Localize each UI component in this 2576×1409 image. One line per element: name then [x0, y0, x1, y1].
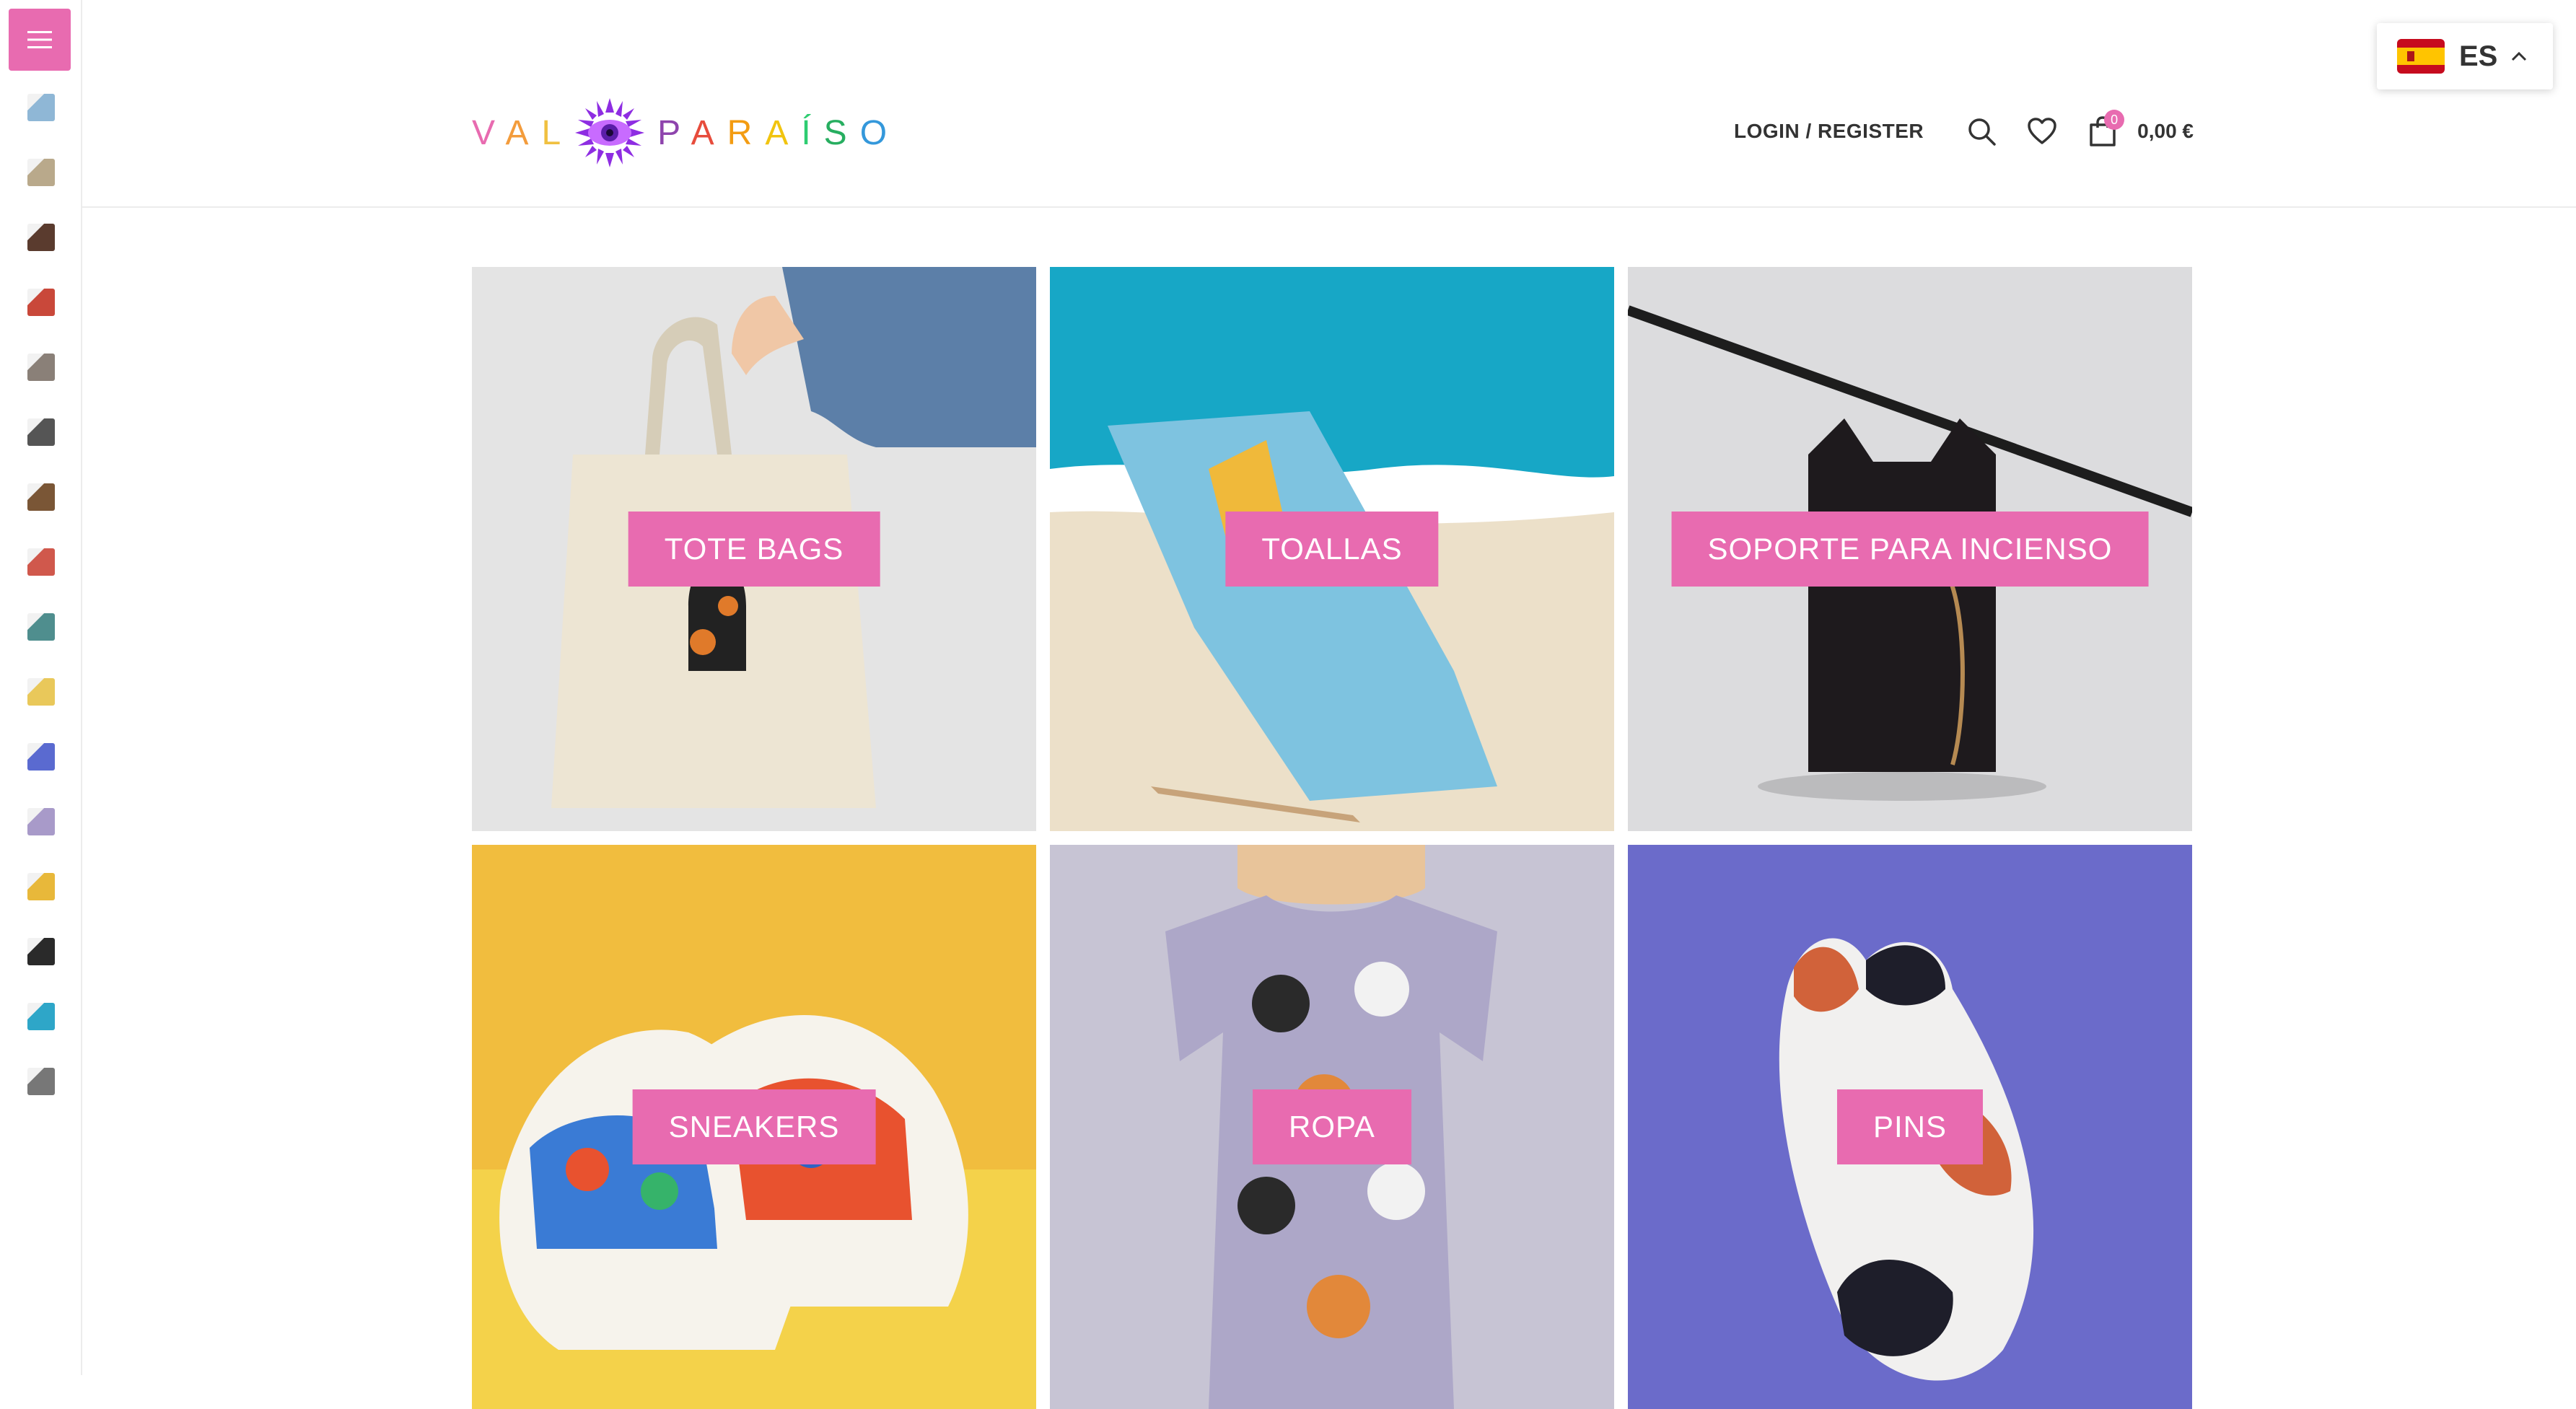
category-tile-soporte-para-incienso[interactable]: SOPORTE PARA INCIENSO — [1628, 267, 2192, 831]
language-switcher[interactable]: ES — [2377, 23, 2553, 89]
sidebar-product-thumbnail[interactable] — [27, 159, 55, 186]
sidebar-product-thumbnail[interactable] — [27, 418, 55, 446]
logo-letter: Í — [801, 113, 824, 152]
cart-button[interactable]: 0 — [2072, 101, 2133, 162]
category-label: SOPORTE PARA INCIENSO — [1671, 512, 2149, 587]
sidebar-product-thumbnail[interactable] — [27, 743, 55, 771]
menu-button[interactable] — [9, 9, 71, 71]
category-label: TOALLAS — [1225, 512, 1439, 587]
chevron-up-icon — [2512, 51, 2527, 61]
sidebar-product-thumbnail[interactable] — [27, 94, 55, 121]
category-tile-ropa[interactable]: ROPA — [1050, 845, 1614, 1409]
category-grid: TOTE BAGS TOALLAS SOPORTE PARA INCIENSO — [472, 267, 2192, 1409]
category-tile-pins[interactable]: PINS — [1628, 845, 2192, 1409]
logo-letter: V — [472, 113, 506, 152]
logo-text-right: PARAÍSO — [657, 113, 900, 153]
sidebar-product-thumbnail[interactable] — [27, 354, 55, 381]
logo-letter: A — [765, 113, 802, 152]
sidebar-thumbnail-list — [0, 94, 82, 1133]
heart-icon — [2028, 118, 2056, 144]
header-actions: LOGIN / REGISTER 0 0,00 € — [1734, 101, 2194, 162]
sidebar-product-thumbnail[interactable] — [27, 289, 55, 316]
site-header: VAL PARAÍSO LOGIN / REGISTER 0 0,00 € — [82, 0, 2576, 208]
sidebar — [0, 0, 82, 1375]
sidebar-product-thumbnail[interactable] — [27, 548, 55, 576]
category-label: TOTE BAGS — [628, 512, 880, 587]
category-label: PINS — [1836, 1089, 1984, 1164]
wishlist-button[interactable] — [2012, 101, 2072, 162]
sidebar-product-thumbnail[interactable] — [27, 613, 55, 641]
sidebar-product-thumbnail[interactable] — [27, 678, 55, 706]
logo-letter: R — [727, 113, 766, 152]
cart-count-badge: 0 — [2104, 110, 2125, 130]
language-code: ES — [2459, 40, 2498, 72]
logo-letter: P — [657, 113, 691, 152]
sidebar-product-thumbnail[interactable] — [27, 1068, 55, 1095]
sidebar-product-thumbnail[interactable] — [27, 483, 55, 511]
logo-letter: S — [823, 113, 860, 152]
category-tile-tote-bags[interactable]: TOTE BAGS — [472, 267, 1036, 831]
category-tile-sneakers[interactable]: SNEAKERS — [472, 845, 1036, 1409]
sidebar-product-thumbnail[interactable] — [27, 873, 55, 900]
category-label: ROPA — [1253, 1089, 1411, 1164]
eye-sun-logo-icon — [575, 98, 645, 167]
login-register-link[interactable]: LOGIN / REGISTER — [1734, 120, 1924, 143]
category-label: SNEAKERS — [632, 1089, 876, 1164]
category-tile-toallas[interactable]: TOALLAS — [1050, 267, 1614, 831]
logo-letter: O — [859, 113, 901, 152]
sidebar-product-thumbnail[interactable] — [27, 224, 55, 251]
cart-total[interactable]: 0,00 € — [2137, 120, 2194, 143]
sidebar-product-thumbnail[interactable] — [27, 938, 55, 965]
hamburger-icon — [27, 31, 52, 48]
logo-text-left: VAL — [472, 113, 574, 153]
logo-letter: A — [691, 113, 727, 152]
sidebar-product-thumbnail[interactable] — [27, 1003, 55, 1030]
logo-letter: A — [505, 113, 542, 152]
search-icon — [1968, 118, 1996, 146]
site-logo[interactable]: VAL PARAÍSO — [472, 97, 900, 169]
logo-letter: L — [541, 113, 574, 152]
spain-flag-icon — [2397, 39, 2445, 74]
search-button[interactable] — [1951, 101, 2012, 162]
sidebar-product-thumbnail[interactable] — [27, 808, 55, 835]
